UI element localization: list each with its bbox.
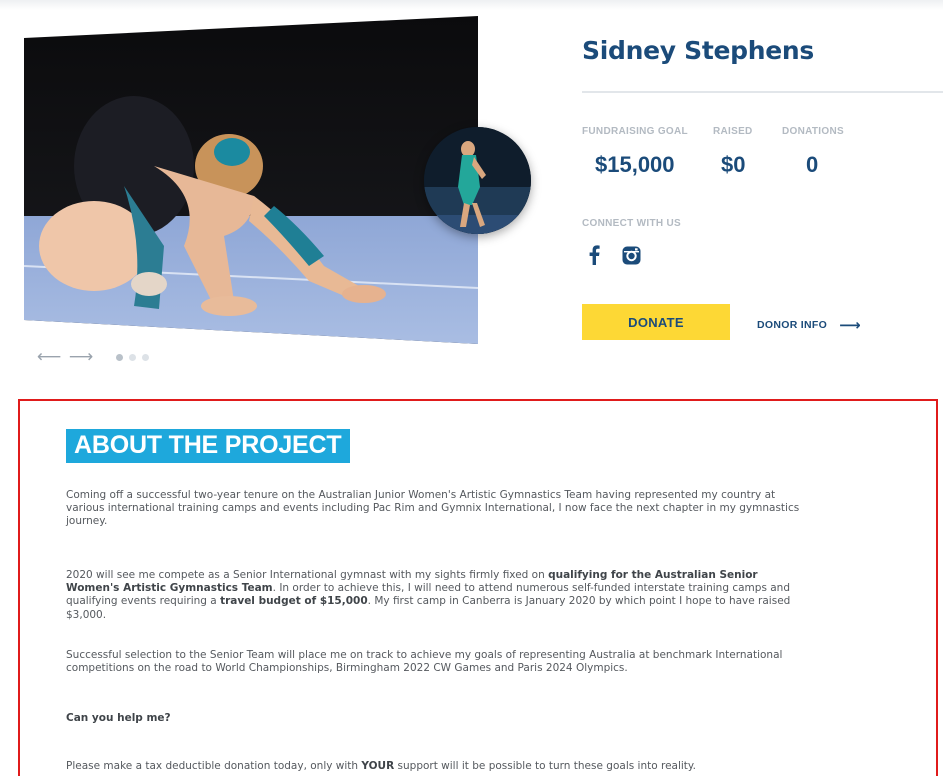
donor-info-label: DONOR INFO [757, 319, 828, 331]
about-paragraph-3: Successful selection to the Senior Team … [66, 649, 783, 675]
donations-label: DONATIONS [782, 126, 844, 137]
carousel-dots [116, 353, 149, 361]
carousel-dot-3[interactable] [142, 353, 149, 361]
instagram-icon[interactable] [620, 244, 642, 266]
carousel-dot-1[interactable] [116, 353, 123, 361]
goal-value: $15,000 [595, 152, 675, 177]
text-span: support will it be possible to turn thes… [394, 760, 696, 772]
divider [582, 91, 943, 93]
about-title: ABOUT THE PROJECT [66, 429, 351, 463]
text-span: Please make a tax deductible donation to… [66, 760, 362, 772]
about-paragraph-5: Please make a tax deductible donation to… [66, 760, 811, 773]
about-section: ABOUT THE PROJECT Coming off a successfu… [18, 399, 938, 776]
prev-arrow-icon[interactable]: ⟵ [36, 349, 62, 366]
donations-value: 0 [806, 152, 819, 177]
carousel-controls: ⟵ ⟶ [36, 349, 149, 366]
about-paragraph-1: Coming off a successful two-year tenure … [66, 489, 800, 528]
donor-info-link[interactable]: DONOR INFO ⟶ [757, 316, 861, 334]
goal-label: FUNDRAISING GOAL [582, 126, 688, 137]
about-question: Can you help me? [66, 712, 171, 724]
bold-text: travel budget of $15,000 [220, 595, 368, 608]
arrow-right-icon: ⟶ [839, 316, 861, 334]
hero-photo [24, 16, 478, 344]
about-paragraph-2: 2020 will see me compete as a Senior Int… [66, 569, 811, 622]
fundraiser-name: Sidney Stephens [582, 36, 814, 65]
text-span: 2020 will see me compete as a Senior Int… [66, 569, 549, 581]
facebook-icon[interactable] [583, 244, 605, 266]
bold-text: YOUR [361, 760, 395, 772]
carousel-dot-2[interactable] [129, 353, 136, 361]
connect-label: CONNECT WITH US [582, 218, 681, 229]
next-arrow-icon[interactable]: ⟶ [68, 349, 94, 366]
profile-avatar [424, 127, 531, 234]
raised-label: RAISED [713, 126, 753, 137]
raised-value: $0 [721, 152, 746, 177]
header-shadow [0, 0, 943, 10]
donate-button[interactable]: DONATE [582, 304, 730, 340]
